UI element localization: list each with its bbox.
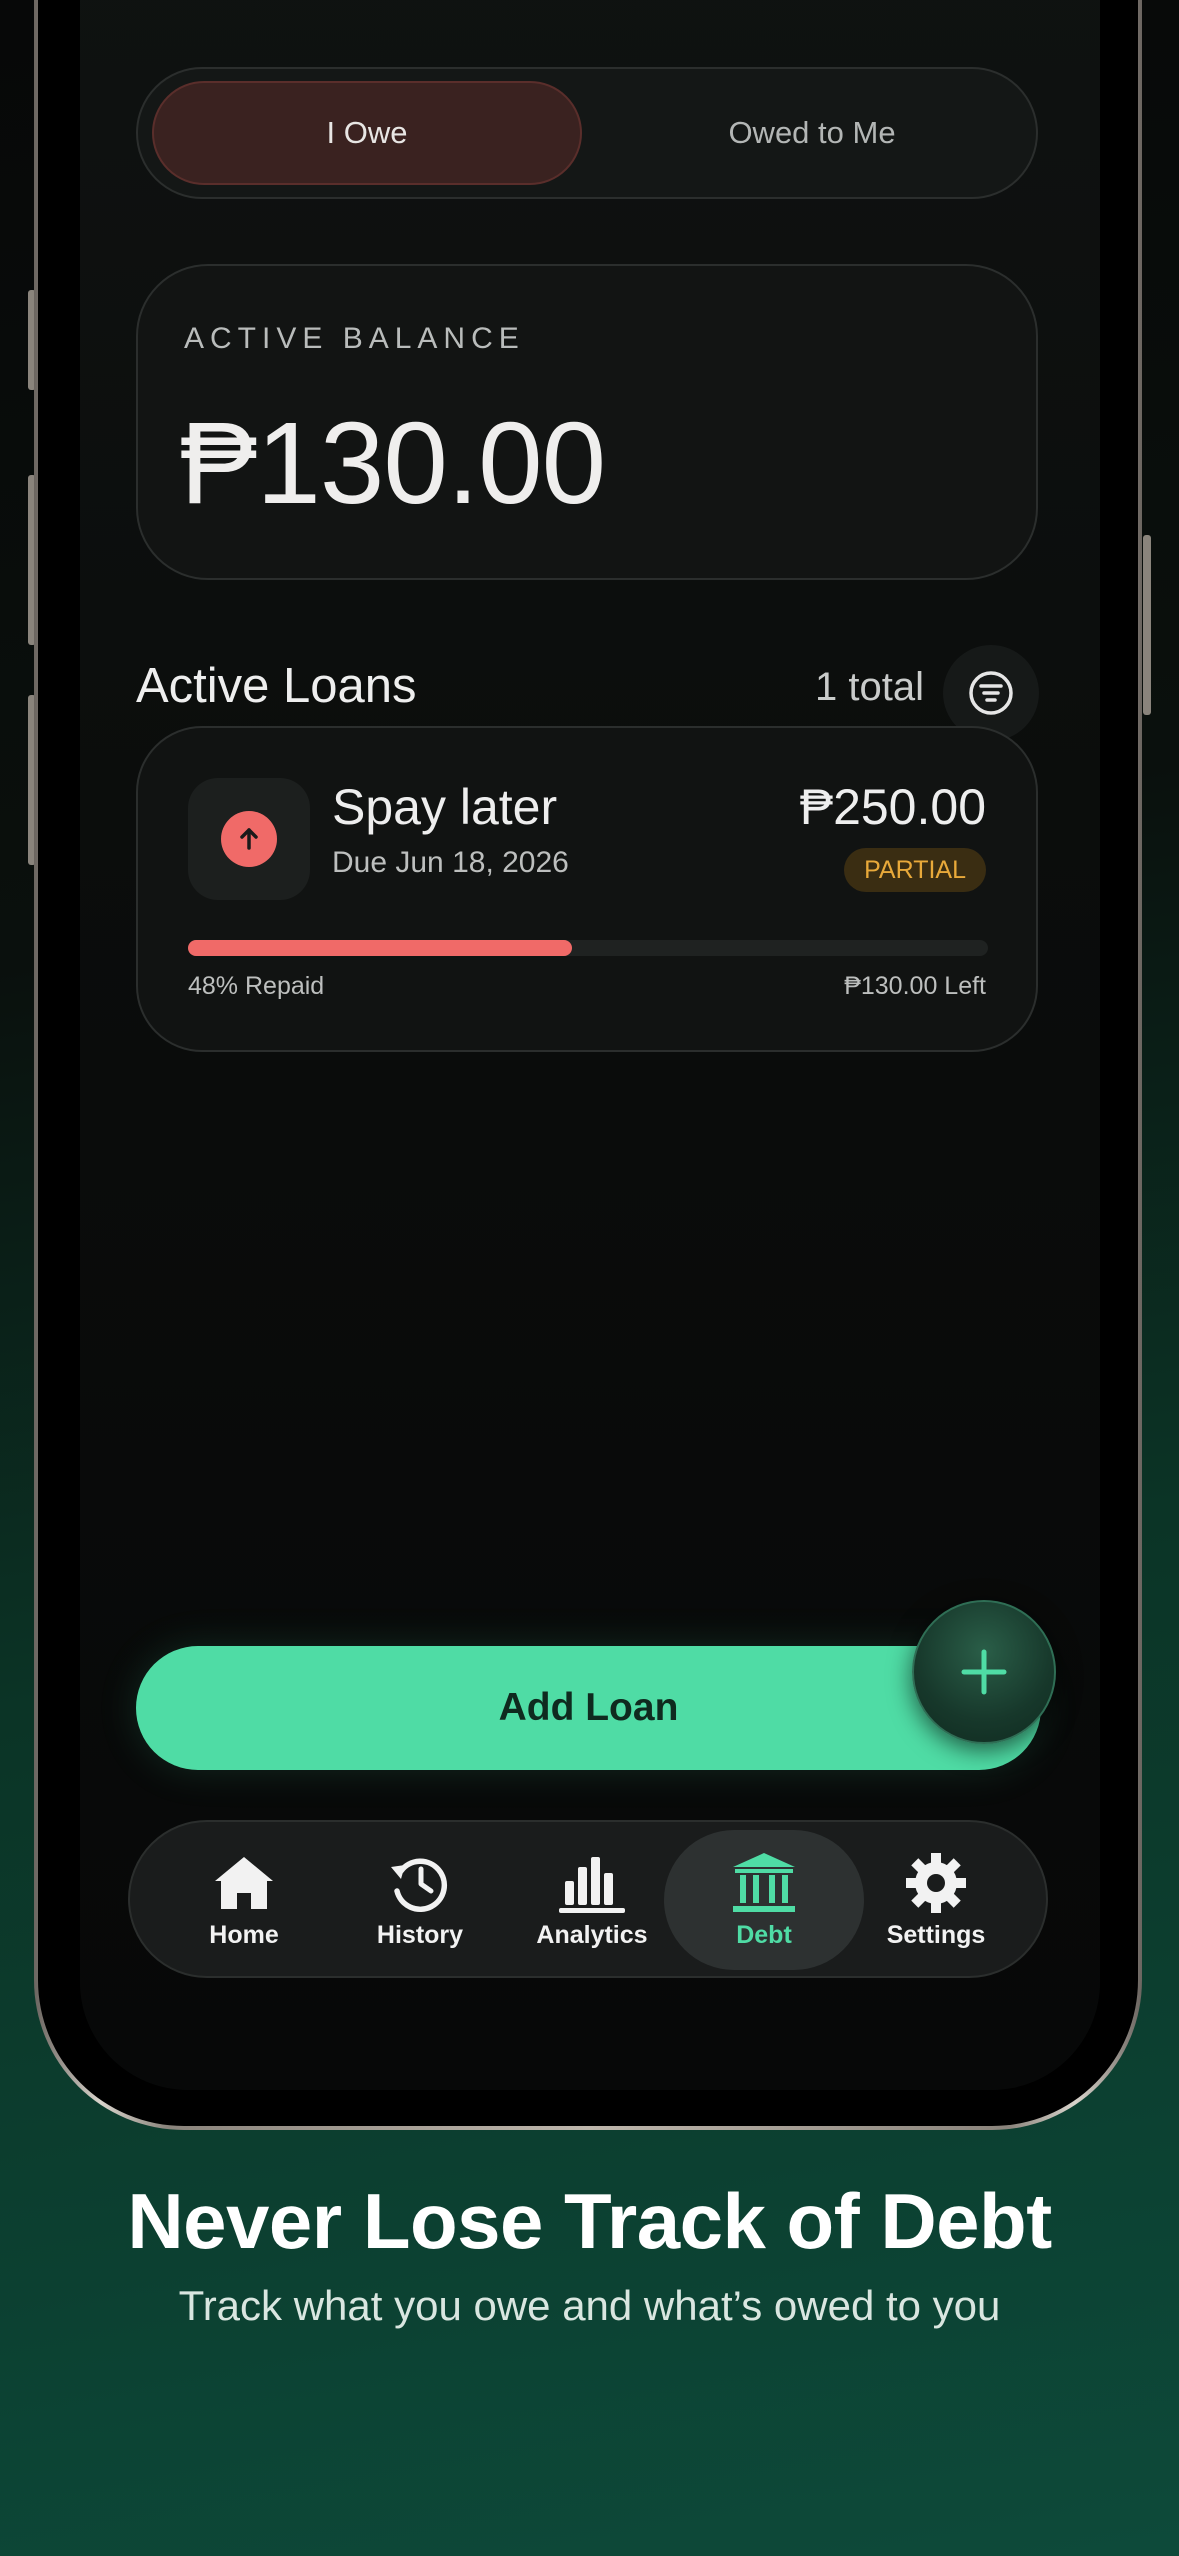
loan-icon-box xyxy=(188,778,310,900)
app-screen: I Owe Owed to Me ACTIVE BALANCE ₱130.00 … xyxy=(80,0,1100,2090)
gear-icon xyxy=(906,1852,966,1913)
promo-headline: Never Lose Track of Debt xyxy=(127,2177,1052,2265)
tab-settings[interactable]: Settings xyxy=(836,1830,1036,1970)
bar-chart-icon xyxy=(559,1856,625,1913)
loan-name: Spay later xyxy=(332,779,558,835)
loan-amount: ₱250.00 xyxy=(799,779,986,835)
arrow-up-icon xyxy=(221,811,277,867)
active-balance-card: ACTIVE BALANCE ₱130.00 xyxy=(136,264,1038,580)
add-fab-button[interactable] xyxy=(912,1600,1056,1744)
loan-card[interactable]: Spay later Due Jun 18, 2026 ₱250.00 PART… xyxy=(136,726,1038,1052)
bank-icon xyxy=(733,1852,795,1912)
repaid-percent-label: 48% Repaid xyxy=(188,972,325,1000)
amount-left-label: ₱130.00 Left xyxy=(844,972,986,1000)
status-badge: PARTIAL xyxy=(844,848,986,892)
loans-count: 1 total xyxy=(815,665,924,709)
owe-segmented-control: I Owe Owed to Me xyxy=(136,67,1038,199)
balance-amount: ₱130.00 xyxy=(180,398,606,528)
home-icon xyxy=(215,1856,273,1909)
promo-subline: Track what you owe and what’s owed to yo… xyxy=(178,2282,1001,2329)
active-loans-title: Active Loans xyxy=(136,659,417,713)
bottom-tab-bar: Home History Analytics Debt Settings xyxy=(128,1820,1048,1978)
repayment-progress-fill xyxy=(188,940,572,956)
plus-icon xyxy=(961,1649,1007,1695)
balance-label: ACTIVE BALANCE xyxy=(184,322,525,355)
tab-home[interactable]: Home xyxy=(144,1830,344,1970)
tab-owed-to-me[interactable]: Owed to Me xyxy=(598,81,1026,185)
loan-due-date: Due Jun 18, 2026 xyxy=(332,846,569,879)
phone-side-button xyxy=(1143,535,1151,715)
tab-debt[interactable]: Debt xyxy=(664,1830,864,1970)
phone-bezel: I Owe Owed to Me ACTIVE BALANCE ₱130.00 … xyxy=(38,0,1138,2126)
tab-settings-label: Settings xyxy=(886,1920,986,1949)
tab-history[interactable]: History xyxy=(320,1830,520,1970)
tab-history-label: History xyxy=(376,1920,464,1949)
history-icon xyxy=(391,1858,448,1912)
tab-debt-label: Debt xyxy=(736,1920,792,1949)
filter-icon xyxy=(969,671,1013,715)
tab-analytics[interactable]: Analytics xyxy=(492,1830,692,1970)
phone-frame: I Owe Owed to Me ACTIVE BALANCE ₱130.00 … xyxy=(34,0,1142,2130)
add-loan-button[interactable]: Add Loan xyxy=(136,1646,1041,1770)
tab-i-owe[interactable]: I Owe xyxy=(152,81,582,185)
tab-analytics-label: Analytics xyxy=(536,1920,648,1949)
tab-home-label: Home xyxy=(209,1920,279,1949)
repayment-progress-bar xyxy=(188,940,988,956)
